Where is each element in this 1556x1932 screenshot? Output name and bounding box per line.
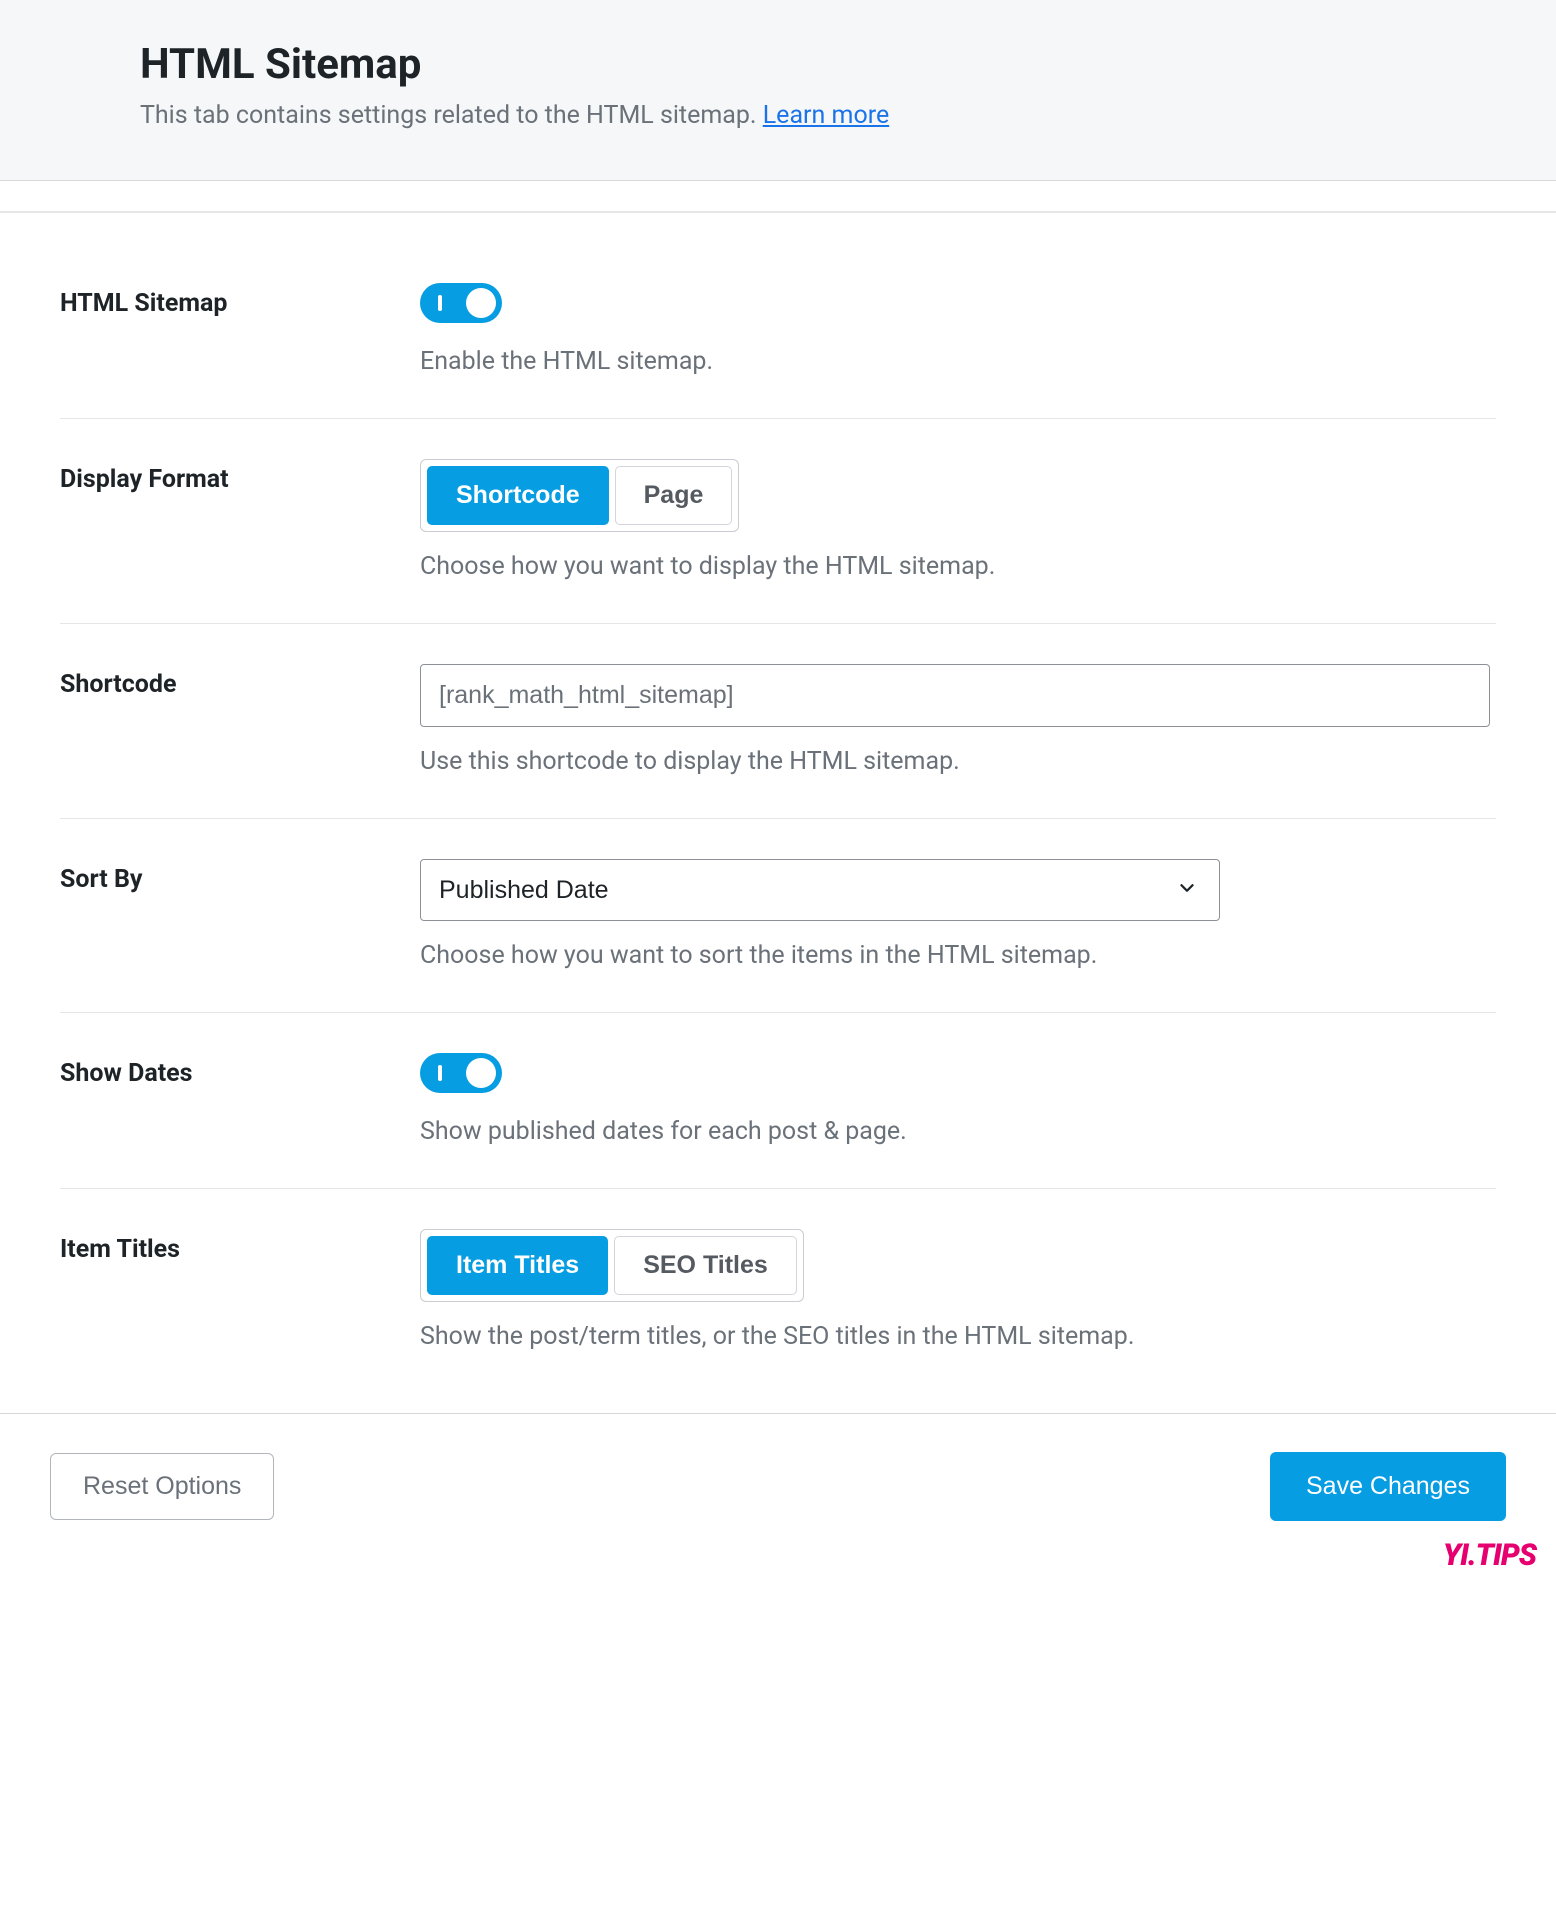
label-sort-by: Sort By: [60, 859, 420, 894]
settings-panel: HTML Sitemap Enable the HTML sitemap. Di…: [0, 211, 1556, 1393]
label-html-sitemap: HTML Sitemap: [60, 283, 420, 318]
description-sort-by: Choose how you want to sort the items in…: [420, 941, 1496, 970]
description-display-format: Choose how you want to display the HTML …: [420, 552, 1496, 581]
description-show-dates: Show published dates for each post & pag…: [420, 1117, 1496, 1146]
watermark: YI.TIPS: [1443, 1538, 1536, 1573]
setting-row-item-titles: Item Titles Item Titles SEO Titles Show …: [60, 1189, 1496, 1393]
toggle-knob-icon: [466, 1058, 496, 1088]
toggle-show-dates[interactable]: [420, 1053, 502, 1093]
display-format-shortcode-button[interactable]: Shortcode: [427, 466, 609, 525]
sort-by-select[interactable]: Published Date: [420, 859, 1220, 921]
label-shortcode: Shortcode: [60, 664, 420, 699]
footer-bar: Reset Options Save Changes: [0, 1413, 1556, 1581]
label-display-format: Display Format: [60, 459, 420, 494]
setting-row-show-dates: Show Dates Show published dates for each…: [60, 1013, 1496, 1189]
setting-row-shortcode: Shortcode Use this shortcode to display …: [60, 624, 1496, 819]
setting-row-display-format: Display Format Shortcode Page Choose how…: [60, 419, 1496, 624]
description-shortcode: Use this shortcode to display the HTML s…: [420, 747, 1496, 776]
setting-row-html-sitemap: HTML Sitemap Enable the HTML sitemap.: [60, 243, 1496, 419]
subtitle-text: This tab contains settings related to th…: [140, 101, 763, 130]
toggle-knob-icon: [466, 288, 496, 318]
save-changes-button[interactable]: Save Changes: [1270, 1452, 1506, 1521]
learn-more-link[interactable]: Learn more: [763, 101, 889, 130]
segmented-display-format: Shortcode Page: [420, 459, 739, 532]
segmented-item-titles: Item Titles SEO Titles: [420, 1229, 804, 1302]
label-item-titles: Item Titles: [60, 1229, 420, 1264]
label-show-dates: Show Dates: [60, 1053, 420, 1088]
item-titles-option-seo-titles-button[interactable]: SEO Titles: [614, 1236, 797, 1295]
shortcode-input[interactable]: [420, 664, 1490, 727]
setting-row-sort-by: Sort By Published Date Choose how you wa…: [60, 819, 1496, 1013]
page-header: HTML Sitemap This tab contains settings …: [0, 0, 1556, 181]
toggle-html-sitemap[interactable]: [420, 283, 502, 323]
display-format-page-button[interactable]: Page: [615, 466, 733, 525]
item-titles-option-item-titles-button[interactable]: Item Titles: [427, 1236, 608, 1295]
page-title: HTML Sitemap: [140, 40, 1516, 89]
reset-options-button[interactable]: Reset Options: [50, 1453, 274, 1520]
description-item-titles: Show the post/term titles, or the SEO ti…: [420, 1322, 1496, 1351]
toggle-on-indicator-icon: [438, 1065, 442, 1081]
toggle-on-indicator-icon: [438, 295, 442, 311]
description-html-sitemap: Enable the HTML sitemap.: [420, 347, 1496, 376]
page-subtitle: This tab contains settings related to th…: [140, 101, 1516, 130]
